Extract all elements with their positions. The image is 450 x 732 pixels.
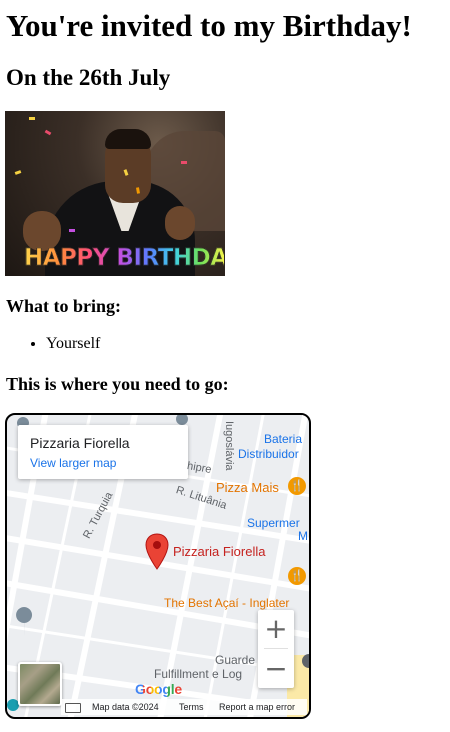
poi-label[interactable]: Distribuidor <box>238 447 299 461</box>
location-heading: This is where you need to go: <box>6 374 229 394</box>
embedded-map[interactable]: Pizzaria Fiorella View larger map Iugosl… <box>5 413 311 719</box>
satellite-toggle-button[interactable] <box>18 662 62 706</box>
street-label: Iugoslávia <box>223 421 235 471</box>
gif-caption: HAPPY BIRTHDAY! <box>24 245 225 275</box>
poi-label[interactable]: Pizza Mais <box>216 480 279 495</box>
map-attribution-bar: Map data ©2024 Terms Report a map error <box>61 699 307 715</box>
restaurant-icon[interactable]: 🍴 <box>288 477 306 495</box>
list-item: Yourself <box>46 334 100 354</box>
map-data-text: Map data ©2024 <box>92 702 159 712</box>
terms-link[interactable]: Terms <box>179 699 204 715</box>
zoom-controls: + − <box>258 610 294 688</box>
poi-label[interactable]: Supermer <box>247 516 300 530</box>
keyboard-icon[interactable] <box>65 703 81 713</box>
pin-label[interactable]: Pizzaria Fiorella <box>173 544 265 559</box>
bring-heading: What to bring: <box>6 296 122 316</box>
place-card: Pizzaria Fiorella View larger map <box>18 425 188 479</box>
poi-label: Guarde <box>215 653 256 667</box>
place-name: Pizzaria Fiorella <box>30 435 130 451</box>
restaurant-icon[interactable]: 🍴 <box>288 567 306 585</box>
google-logo: Google <box>135 681 183 697</box>
page-title: You're invited to my Birthday! <box>6 8 412 43</box>
location-pin-icon[interactable] <box>145 533 169 571</box>
birthday-gif: HAPPY BIRTHDAY! <box>5 111 225 276</box>
zoom-in-button[interactable]: + <box>258 610 294 648</box>
poi-label[interactable]: M <box>298 529 308 543</box>
poi-label: Fulfillment e Log <box>154 667 243 681</box>
bring-list: Yourself <box>6 334 100 354</box>
zoom-out-button[interactable]: − <box>258 650 294 688</box>
poi-label[interactable]: The Best Açaí - Inglater <box>164 596 289 610</box>
event-date: On the 26th July <box>6 65 171 90</box>
view-larger-map-link[interactable]: View larger map <box>30 456 116 470</box>
poi-label[interactable]: Bateria <box>264 432 302 446</box>
report-error-link[interactable]: Report a map error <box>219 699 295 715</box>
